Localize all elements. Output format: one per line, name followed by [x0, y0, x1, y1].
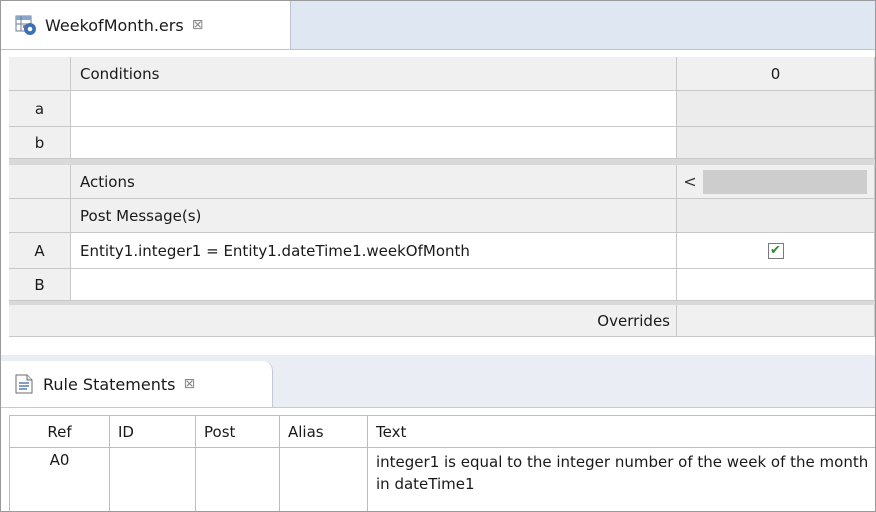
decision-table: Conditions 0 a b Actions < Post Message(…	[9, 57, 875, 347]
action-row-a: A Entity1.integer1 = Entity1.dateTime1.w…	[9, 233, 875, 269]
action-row-b: B	[9, 269, 875, 301]
post-message-value-cell[interactable]	[677, 199, 875, 233]
alias-cell[interactable]	[280, 448, 368, 511]
rule-column-header[interactable]: 0	[677, 57, 875, 91]
condition-value-cell[interactable]	[677, 127, 875, 159]
overrides-label: Overrides	[9, 305, 677, 337]
column-header-post[interactable]: Post	[196, 416, 280, 448]
action-expression-cell[interactable]	[71, 269, 677, 301]
post-message-label[interactable]: Post Message(s)	[71, 199, 677, 233]
tab-weekofmonth-ers[interactable]: WeekofMonth.ers ⊠	[1, 1, 291, 49]
id-cell[interactable]	[110, 448, 196, 511]
action-index: B	[9, 269, 71, 301]
overrides-value-cell[interactable]	[677, 305, 875, 337]
condition-row-b: b	[9, 127, 875, 159]
close-icon[interactable]: ⊠	[192, 17, 204, 33]
action-expression-cell[interactable]: Entity1.integer1 = Entity1.dateTime1.wee…	[71, 233, 677, 269]
window: WeekofMonth.ers ⊠ Conditions 0 a b Actio…	[0, 0, 876, 512]
horizontal-scrollbar[interactable]: <	[677, 165, 874, 198]
conditions-header-row: Conditions 0	[9, 57, 875, 91]
scrollbar-thumb[interactable]	[703, 169, 867, 194]
scroll-left-icon[interactable]: <	[677, 172, 703, 191]
conditions-header[interactable]: Conditions	[71, 57, 677, 91]
condition-row-a: a	[9, 91, 875, 127]
condition-value-cell[interactable]	[677, 91, 875, 127]
document-icon	[15, 374, 33, 394]
action-value-cell[interactable]: ✔	[677, 233, 875, 269]
text-cell[interactable]: integer1 is equal to the integer number …	[368, 448, 875, 511]
rulesheet-icon	[15, 14, 37, 36]
post-message-index	[9, 199, 71, 233]
actions-corner-cell	[9, 165, 71, 199]
actions-scroll-cell: <	[677, 165, 875, 199]
table-row[interactable]: A0 integer1 is equal to the integer numb…	[10, 448, 875, 511]
column-header-alias[interactable]: Alias	[280, 416, 368, 448]
overrides-row: Overrides	[9, 305, 875, 337]
column-header-text[interactable]: Text	[368, 416, 875, 448]
close-icon[interactable]: ⊠	[183, 376, 195, 392]
post-message-row: Post Message(s)	[9, 199, 875, 233]
conditions-corner-cell	[9, 57, 71, 91]
actions-header[interactable]: Actions	[71, 165, 677, 199]
post-cell[interactable]	[196, 448, 280, 511]
condition-index: a	[9, 91, 71, 127]
tab-rule-statements[interactable]: Rule Statements ⊠	[1, 361, 273, 407]
rule-statements-table: Ref ID Post Alias Text A0 integer1 is eq…	[9, 415, 875, 511]
column-header-ref[interactable]: Ref	[10, 416, 110, 448]
condition-expression-cell[interactable]	[71, 127, 677, 159]
condition-expression-cell[interactable]	[71, 91, 677, 127]
action-index: A	[9, 233, 71, 269]
rule-statements-tab-bar: Rule Statements ⊠	[1, 355, 875, 408]
tab-label: WeekofMonth.ers	[45, 15, 184, 35]
rule-statements-header-row: Ref ID Post Alias Text	[10, 416, 875, 448]
action-checkbox[interactable]: ✔	[767, 242, 784, 259]
condition-index: b	[9, 127, 71, 159]
action-value-cell[interactable]	[677, 269, 875, 301]
column-header-id[interactable]: ID	[110, 416, 196, 448]
ref-cell[interactable]: A0	[10, 448, 110, 511]
tab-label: Rule Statements	[43, 374, 176, 394]
actions-header-row: Actions <	[9, 165, 875, 199]
editor-tab-bar: WeekofMonth.ers ⊠	[1, 1, 875, 50]
